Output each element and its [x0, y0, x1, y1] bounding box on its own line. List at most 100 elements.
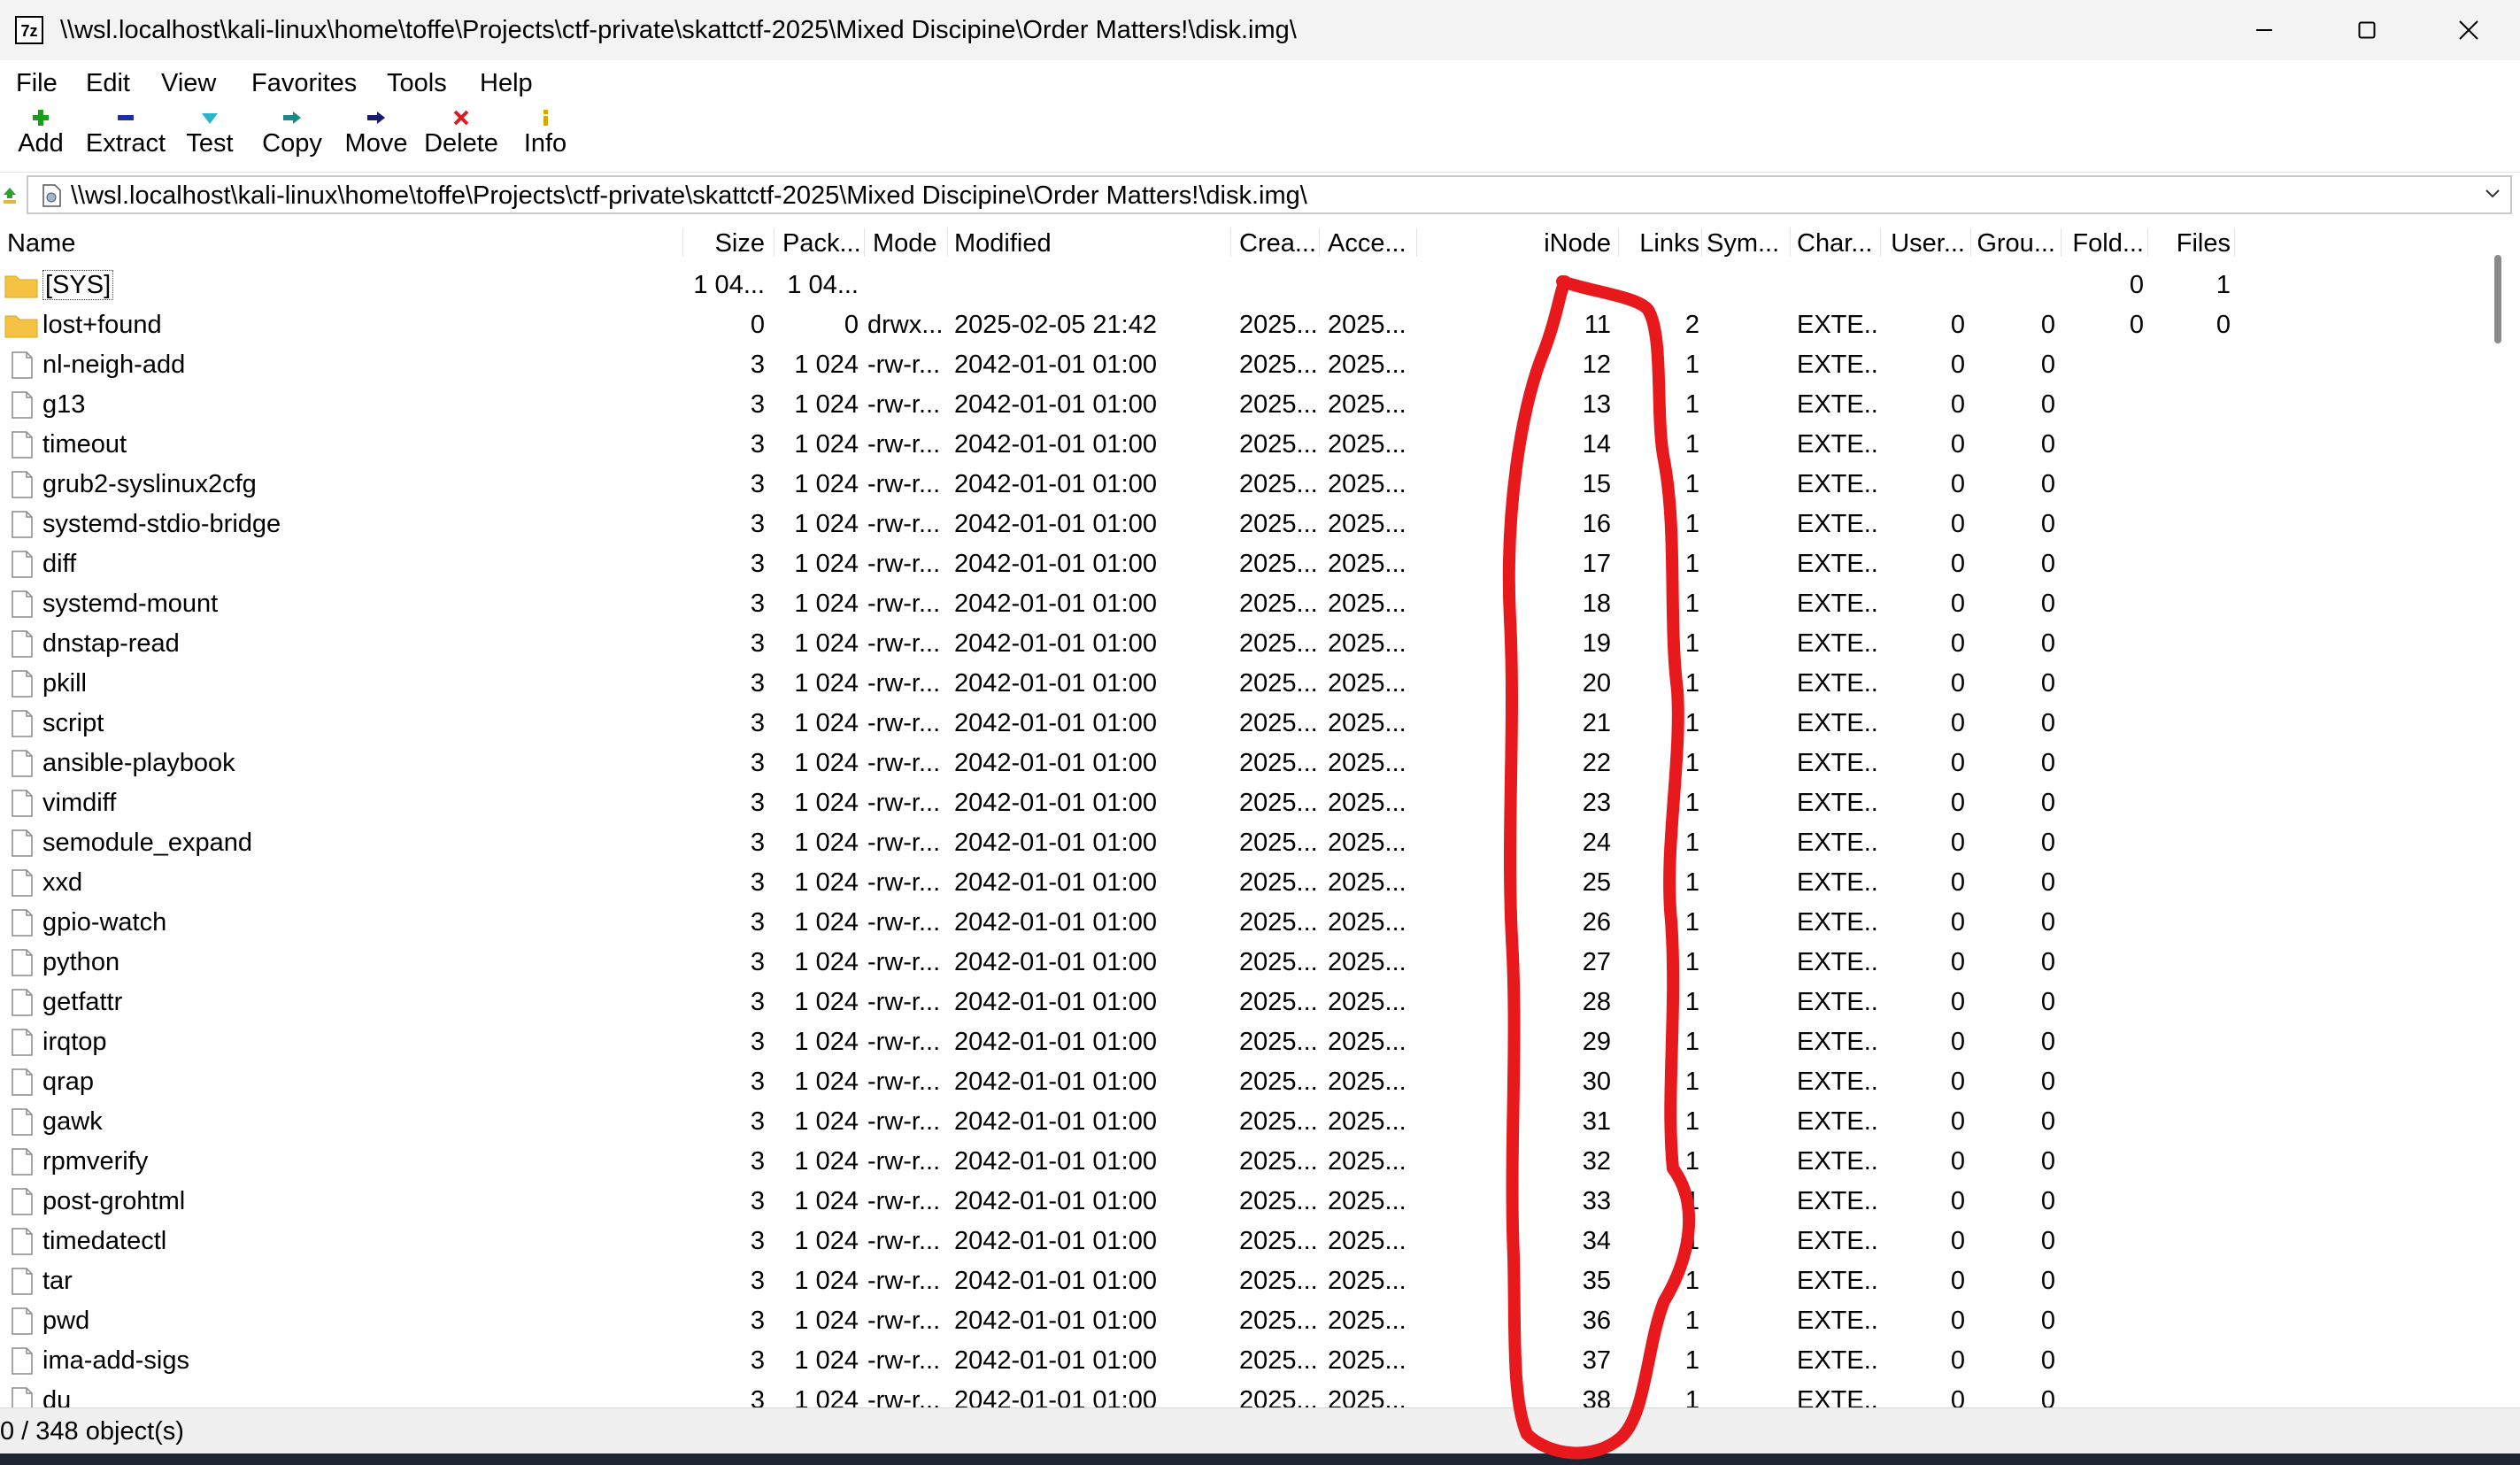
table-row[interactable]: ansible-playbook 3 1 024 -rw-r... 2042-01-01…	[0, 744, 2489, 783]
cell-char: EXTE...	[1797, 430, 1878, 459]
table-row[interactable]: pkill 3 1 024 -rw-r... 2042-01-01 01:00 2025.…	[0, 664, 2489, 704]
column-header-modified[interactable]: Modified	[954, 223, 1220, 262]
delete-button[interactable]: Delete	[421, 106, 501, 172]
column-header-files[interactable]: Files	[2151, 223, 2231, 262]
table-row[interactable]: python 3 1 024 -rw-r... 2042-01-01 01:00 2025…	[0, 943, 2489, 983]
table-row[interactable]: getfattr 3 1 024 -rw-r... 2042-01-01 01:00 20…	[0, 983, 2489, 1022]
column-header-mode[interactable]: Mode	[873, 223, 949, 262]
cell-name: getfattr	[42, 983, 680, 1022]
table-row[interactable]: g13 3 1 024 -rw-r... 2042-01-01 01:00 2025...…	[0, 385, 2489, 425]
cell-folders	[2064, 783, 2144, 823]
move-button[interactable]: Move	[343, 106, 410, 172]
menu-tools[interactable]: Tools	[387, 60, 447, 106]
table-row[interactable]: irqtop 3 1 024 -rw-r... 2042-01-01 01:00 2025…	[0, 1022, 2489, 1062]
table-row[interactable]: systemd-mount 3 1 024 -rw-r... 2042-01-01 01…	[0, 584, 2489, 624]
table-row[interactable]: lost+found 0 0 drwx... 2025-02-05 21:42 2025.…	[0, 305, 2489, 345]
vertical-scrollbar[interactable]	[2489, 223, 2520, 1407]
toolbar: Add Extract Test Copy Move Delete Info	[0, 106, 2520, 173]
table-row[interactable]: systemd-stdio-bridge 3 1 024 -rw-r... 2042-0…	[0, 505, 2489, 544]
column-divider[interactable]	[2234, 228, 2235, 257]
cell-char: EXTE...	[1797, 749, 1878, 777]
extract-button[interactable]: Extract	[83, 106, 168, 172]
column-header-name[interactable]: Name	[7, 223, 361, 262]
column-divider[interactable]	[682, 228, 683, 257]
table-row[interactable]: post-grohtml 3 1 024 -rw-r... 2042-01-01 01:…	[0, 1182, 2489, 1222]
close-icon	[2459, 20, 2478, 40]
cell-size: 1 04...	[693, 271, 765, 299]
column-divider[interactable]	[1790, 228, 1791, 257]
column-header-accessed[interactable]: Acce...	[1328, 223, 1416, 262]
column-header-group[interactable]: Grou...	[1974, 223, 2055, 262]
cell-char: EXTE...	[1797, 669, 1878, 698]
cell-accessed: 2025...	[1328, 1068, 1406, 1096]
table-row[interactable]: vimdiff 3 1 024 -rw-r... 2042-01-01 01:00 202…	[0, 783, 2489, 823]
cell-group: 0	[2040, 868, 2055, 897]
column-divider[interactable]	[1970, 228, 1971, 257]
table-row[interactable]: du 3 1 024 -rw-r... 2042-01-01 01:00 2025... 2…	[0, 1381, 2489, 1407]
table-row[interactable]: ima-add-sigs 3 1 024 -rw-r... 2042-01-01 01:…	[0, 1341, 2489, 1381]
table-row[interactable]: diff 3 1 024 -rw-r... 2042-01-01 01:00 2025..…	[0, 544, 2489, 584]
table-row[interactable]: dnstap-read 3 1 024 -rw-r... 2042-01-01 01:0…	[0, 624, 2489, 664]
cell-inode: 15	[1582, 470, 1611, 498]
cell-user: 0	[1950, 510, 1965, 538]
menu-edit[interactable]: Edit	[86, 60, 130, 106]
table-row[interactable]: gpio-watch 3 1 024 -rw-r... 2042-01-01 01:00…	[0, 903, 2489, 943]
info-button[interactable]: Info	[519, 106, 572, 172]
add-button[interactable]: Add	[12, 106, 69, 172]
table-row[interactable]: pwd 3 1 024 -rw-r... 2042-01-01 01:00 2025...…	[0, 1301, 2489, 1341]
file-name: grub2-syslinux2cfg	[42, 470, 257, 498]
column-header-user[interactable]: User...	[1885, 223, 1965, 262]
column-divider[interactable]	[1416, 228, 1417, 257]
column-header-folders[interactable]: Fold...	[2064, 223, 2144, 262]
column-divider[interactable]	[1230, 228, 1231, 257]
table-row[interactable]: script 3 1 024 -rw-r... 2042-01-01 01:00 2025…	[0, 704, 2489, 744]
column-header-links[interactable]: Links	[1625, 223, 1699, 262]
cell-size: 3	[750, 868, 765, 897]
column-divider[interactable]	[1880, 228, 1881, 257]
close-button[interactable]	[2417, 0, 2520, 60]
cell-name: dnstap-read	[42, 624, 680, 664]
column-header-created[interactable]: Crea...	[1239, 223, 1319, 262]
cell-char: EXTE...	[1797, 390, 1878, 419]
menu-help[interactable]: Help	[480, 60, 533, 106]
table-row[interactable]: [SYS] 1 04... 1 04... 0 1	[0, 266, 2489, 305]
column-divider[interactable]	[2147, 228, 2148, 257]
maximize-button[interactable]	[2316, 0, 2418, 60]
column-divider[interactable]	[1319, 228, 1320, 257]
cell-mode: -rw-r...	[867, 1028, 941, 1056]
minimize-button[interactable]	[2213, 0, 2316, 60]
chevron-down-icon[interactable]	[2482, 182, 2503, 204]
copy-button[interactable]: Copy	[259, 106, 325, 172]
cell-links: 1	[1684, 868, 1699, 897]
table-row[interactable]: rpmverify 3 1 024 -rw-r... 2042-01-01 01:00 2…	[0, 1142, 2489, 1182]
column-header-packed[interactable]: Pack...	[782, 223, 860, 262]
menu-view[interactable]: View	[161, 60, 216, 106]
scrollbar-thumb[interactable]	[2494, 255, 2501, 343]
table-row[interactable]: nl-neigh-add 3 1 024 -rw-r... 2042-01-01 01:…	[0, 345, 2489, 385]
cell-packed: 1 024	[794, 1386, 859, 1407]
table-row[interactable]: timedatectl 3 1 024 -rw-r... 2042-01-01 01:0…	[0, 1222, 2489, 1261]
column-divider[interactable]	[947, 228, 948, 257]
cell-inode: 35	[1582, 1267, 1611, 1295]
column-divider[interactable]	[1618, 228, 1619, 257]
table-row[interactable]: tar 3 1 024 -rw-r... 2042-01-01 01:00 2025...…	[0, 1261, 2489, 1301]
menu-favorites[interactable]: Favorites	[251, 60, 357, 106]
column-divider[interactable]	[864, 228, 865, 257]
menu-file[interactable]: File	[16, 60, 58, 106]
column-header-inode[interactable]: iNode	[1434, 223, 1611, 262]
table-row[interactable]: qrap 3 1 024 -rw-r... 2042-01-01 01:00 2025..…	[0, 1062, 2489, 1102]
column-header-size[interactable]: Size	[690, 223, 765, 262]
path-input[interactable]: \\wsl.localhost\kali-linux\home\toffe\Pr…	[27, 175, 2512, 214]
column-divider[interactable]	[1701, 228, 1702, 257]
table-row[interactable]: semodule_expand 3 1 024 -rw-r... 2042-01-01 …	[0, 823, 2489, 863]
folder-up-icon[interactable]	[2, 186, 18, 205]
address-bar: \\wsl.localhost\kali-linux\home\toffe\Pr…	[0, 173, 2520, 218]
cell-inode: 13	[1582, 390, 1611, 419]
table-row[interactable]: grub2-syslinux2cfg 3 1 024 -rw-r... 2042-01-…	[0, 465, 2489, 505]
column-header-characteristics[interactable]: Char...	[1797, 223, 1877, 262]
table-row[interactable]: timeout 3 1 024 -rw-r... 2042-01-01 01:00 202…	[0, 425, 2489, 465]
table-row[interactable]: gawk 3 1 024 -rw-r... 2042-01-01 01:00 2025..…	[0, 1102, 2489, 1142]
table-row[interactable]: xxd 3 1 024 -rw-r... 2042-01-01 01:00 2025...…	[0, 863, 2489, 903]
test-button[interactable]: Test	[182, 106, 237, 172]
column-header-symlink[interactable]: Sym...	[1707, 223, 1777, 262]
